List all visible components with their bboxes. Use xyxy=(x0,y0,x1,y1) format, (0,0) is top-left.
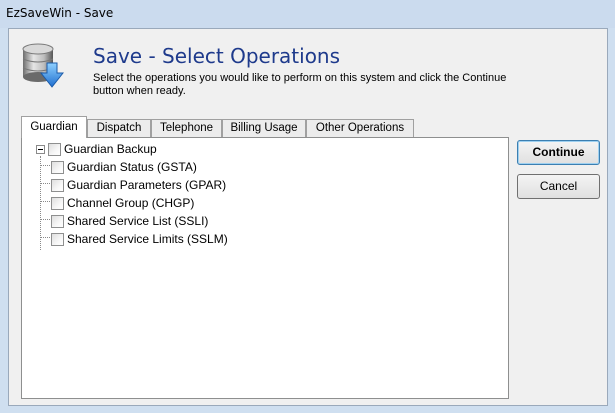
save-window: EzSaveWin - Save Save - Select Operation… xyxy=(0,0,615,413)
page-description: Select the operations you would like to … xyxy=(93,72,507,97)
window-title: EzSaveWin - Save xyxy=(6,6,114,20)
collapse-icon[interactable] xyxy=(36,144,45,154)
page-heading: Save - Select Operations xyxy=(93,44,341,68)
database-save-icon xyxy=(22,43,64,88)
title-bar[interactable]: EzSaveWin - Save xyxy=(0,0,615,28)
sslm-checkbox[interactable] xyxy=(51,232,64,246)
tree-node-label: Guardian Status (GSTA) xyxy=(67,160,197,174)
tree-connector xyxy=(40,156,41,250)
tree-node-label: Guardian Parameters (GPAR) xyxy=(67,178,227,192)
tree-node-gpar[interactable]: Guardian Parameters (GPAR) xyxy=(51,176,226,194)
gpar-checkbox[interactable] xyxy=(51,178,64,192)
tree-node-label: Shared Service List (SSLI) xyxy=(67,214,209,228)
tree-node-chgp[interactable]: Channel Group (CHGP) xyxy=(51,194,194,212)
tree-connector xyxy=(41,219,50,220)
tab-dispatch[interactable]: Dispatch xyxy=(87,119,151,137)
tab-billing-usage[interactable]: Billing Usage xyxy=(222,119,306,137)
tree-node-ssli[interactable]: Shared Service List (SSLI) xyxy=(51,212,208,230)
operations-tree[interactable]: Guardian Backup Guardian Status (GSTA) G… xyxy=(22,138,508,398)
tree-connector xyxy=(41,201,50,202)
dialog-client-area: Save - Select Operations Select the oper… xyxy=(8,28,608,406)
cancel-button[interactable]: Cancel xyxy=(517,174,600,199)
tab-other-operations[interactable]: Other Operations xyxy=(306,119,414,137)
tree-connector xyxy=(41,237,50,238)
ssli-checkbox[interactable] xyxy=(51,214,64,228)
tree-node-label: Shared Service Limits (SSLM) xyxy=(67,232,228,246)
guardian-tab-panel: Guardian Backup Guardian Status (GSTA) G… xyxy=(21,137,509,399)
tree-connector xyxy=(41,183,50,184)
gsta-checkbox[interactable] xyxy=(51,160,64,174)
tab-guardian[interactable]: Guardian xyxy=(21,116,87,138)
guardian-backup-checkbox[interactable] xyxy=(48,142,61,156)
tree-node-gsta[interactable]: Guardian Status (GSTA) xyxy=(51,158,197,176)
tree-node-sslm[interactable]: Shared Service Limits (SSLM) xyxy=(51,230,228,248)
tree-node-label: Channel Group (CHGP) xyxy=(67,196,195,210)
tree-connector xyxy=(41,165,50,166)
chgp-checkbox[interactable] xyxy=(51,196,64,210)
tab-telephone[interactable]: Telephone xyxy=(151,119,222,137)
tree-node-label: Guardian Backup xyxy=(64,142,157,156)
tree-node-guardian-backup[interactable]: Guardian Backup xyxy=(36,140,157,158)
continue-button[interactable]: Continue xyxy=(517,140,600,165)
